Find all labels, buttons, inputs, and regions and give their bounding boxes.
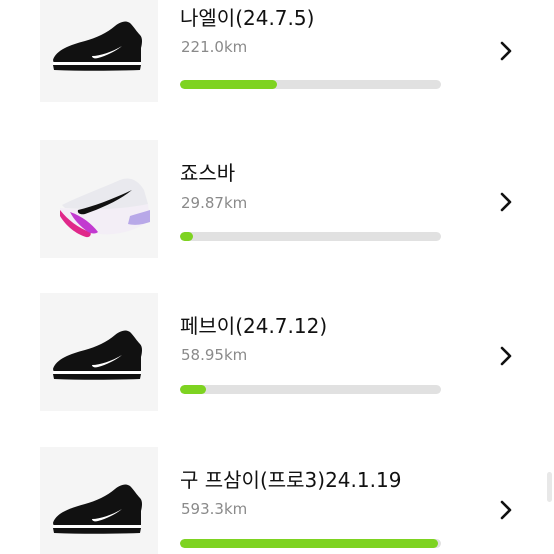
shoe-row-3[interactable]: 구 프삼이(프로3)24.1.19 593.3km [0,447,554,554]
shoe-thumbnail [40,0,158,102]
mileage-progress-bar [180,539,441,548]
mileage-progress-fill [180,80,277,89]
shoe-distance: 29.87km [181,194,248,212]
shoe-name: 페브이(24.7.12) [180,314,328,338]
mileage-progress-fill [180,385,207,394]
chevron-right-icon[interactable] [497,499,515,521]
shoe-row-1[interactable]: 죠스바 29.87km [0,140,554,258]
mileage-progress-fill [180,539,439,548]
shoe-distance: 593.3km [181,500,248,518]
chevron-right-icon[interactable] [497,191,515,213]
mileage-progress-bar [180,232,441,241]
shoe-row-0[interactable]: 나엘이(24.7.5) 221.0km [0,0,554,102]
shoe-list-page: 나엘이(24.7.5) 221.0km 죠스바 29.87km 페브이(24.7… [0,0,554,554]
black-running-shoe-icon [53,21,142,71]
white-pink-racing-shoe-icon [60,178,150,238]
shoe-thumbnail [40,447,158,554]
shoe-distance: 58.95km [181,346,248,364]
shoe-name: 구 프삼이(프로3)24.1.19 [180,468,402,492]
black-running-shoe-icon [53,484,142,534]
shoe-row-2[interactable]: 페브이(24.7.12) 58.95km [0,293,554,411]
mileage-progress-bar [180,80,441,89]
shoe-thumbnail [40,140,158,258]
black-running-shoe-icon [53,330,142,380]
scrollbar-thumb[interactable] [547,472,552,502]
shoe-name: 죠스바 [180,161,236,185]
shoe-distance: 221.0km [181,38,248,56]
chevron-right-icon[interactable] [497,40,515,62]
mileage-progress-bar [180,385,441,394]
chevron-right-icon[interactable] [497,345,515,367]
mileage-progress-fill [180,232,194,241]
shoe-thumbnail [40,293,158,411]
shoe-name: 나엘이(24.7.5) [180,6,315,30]
